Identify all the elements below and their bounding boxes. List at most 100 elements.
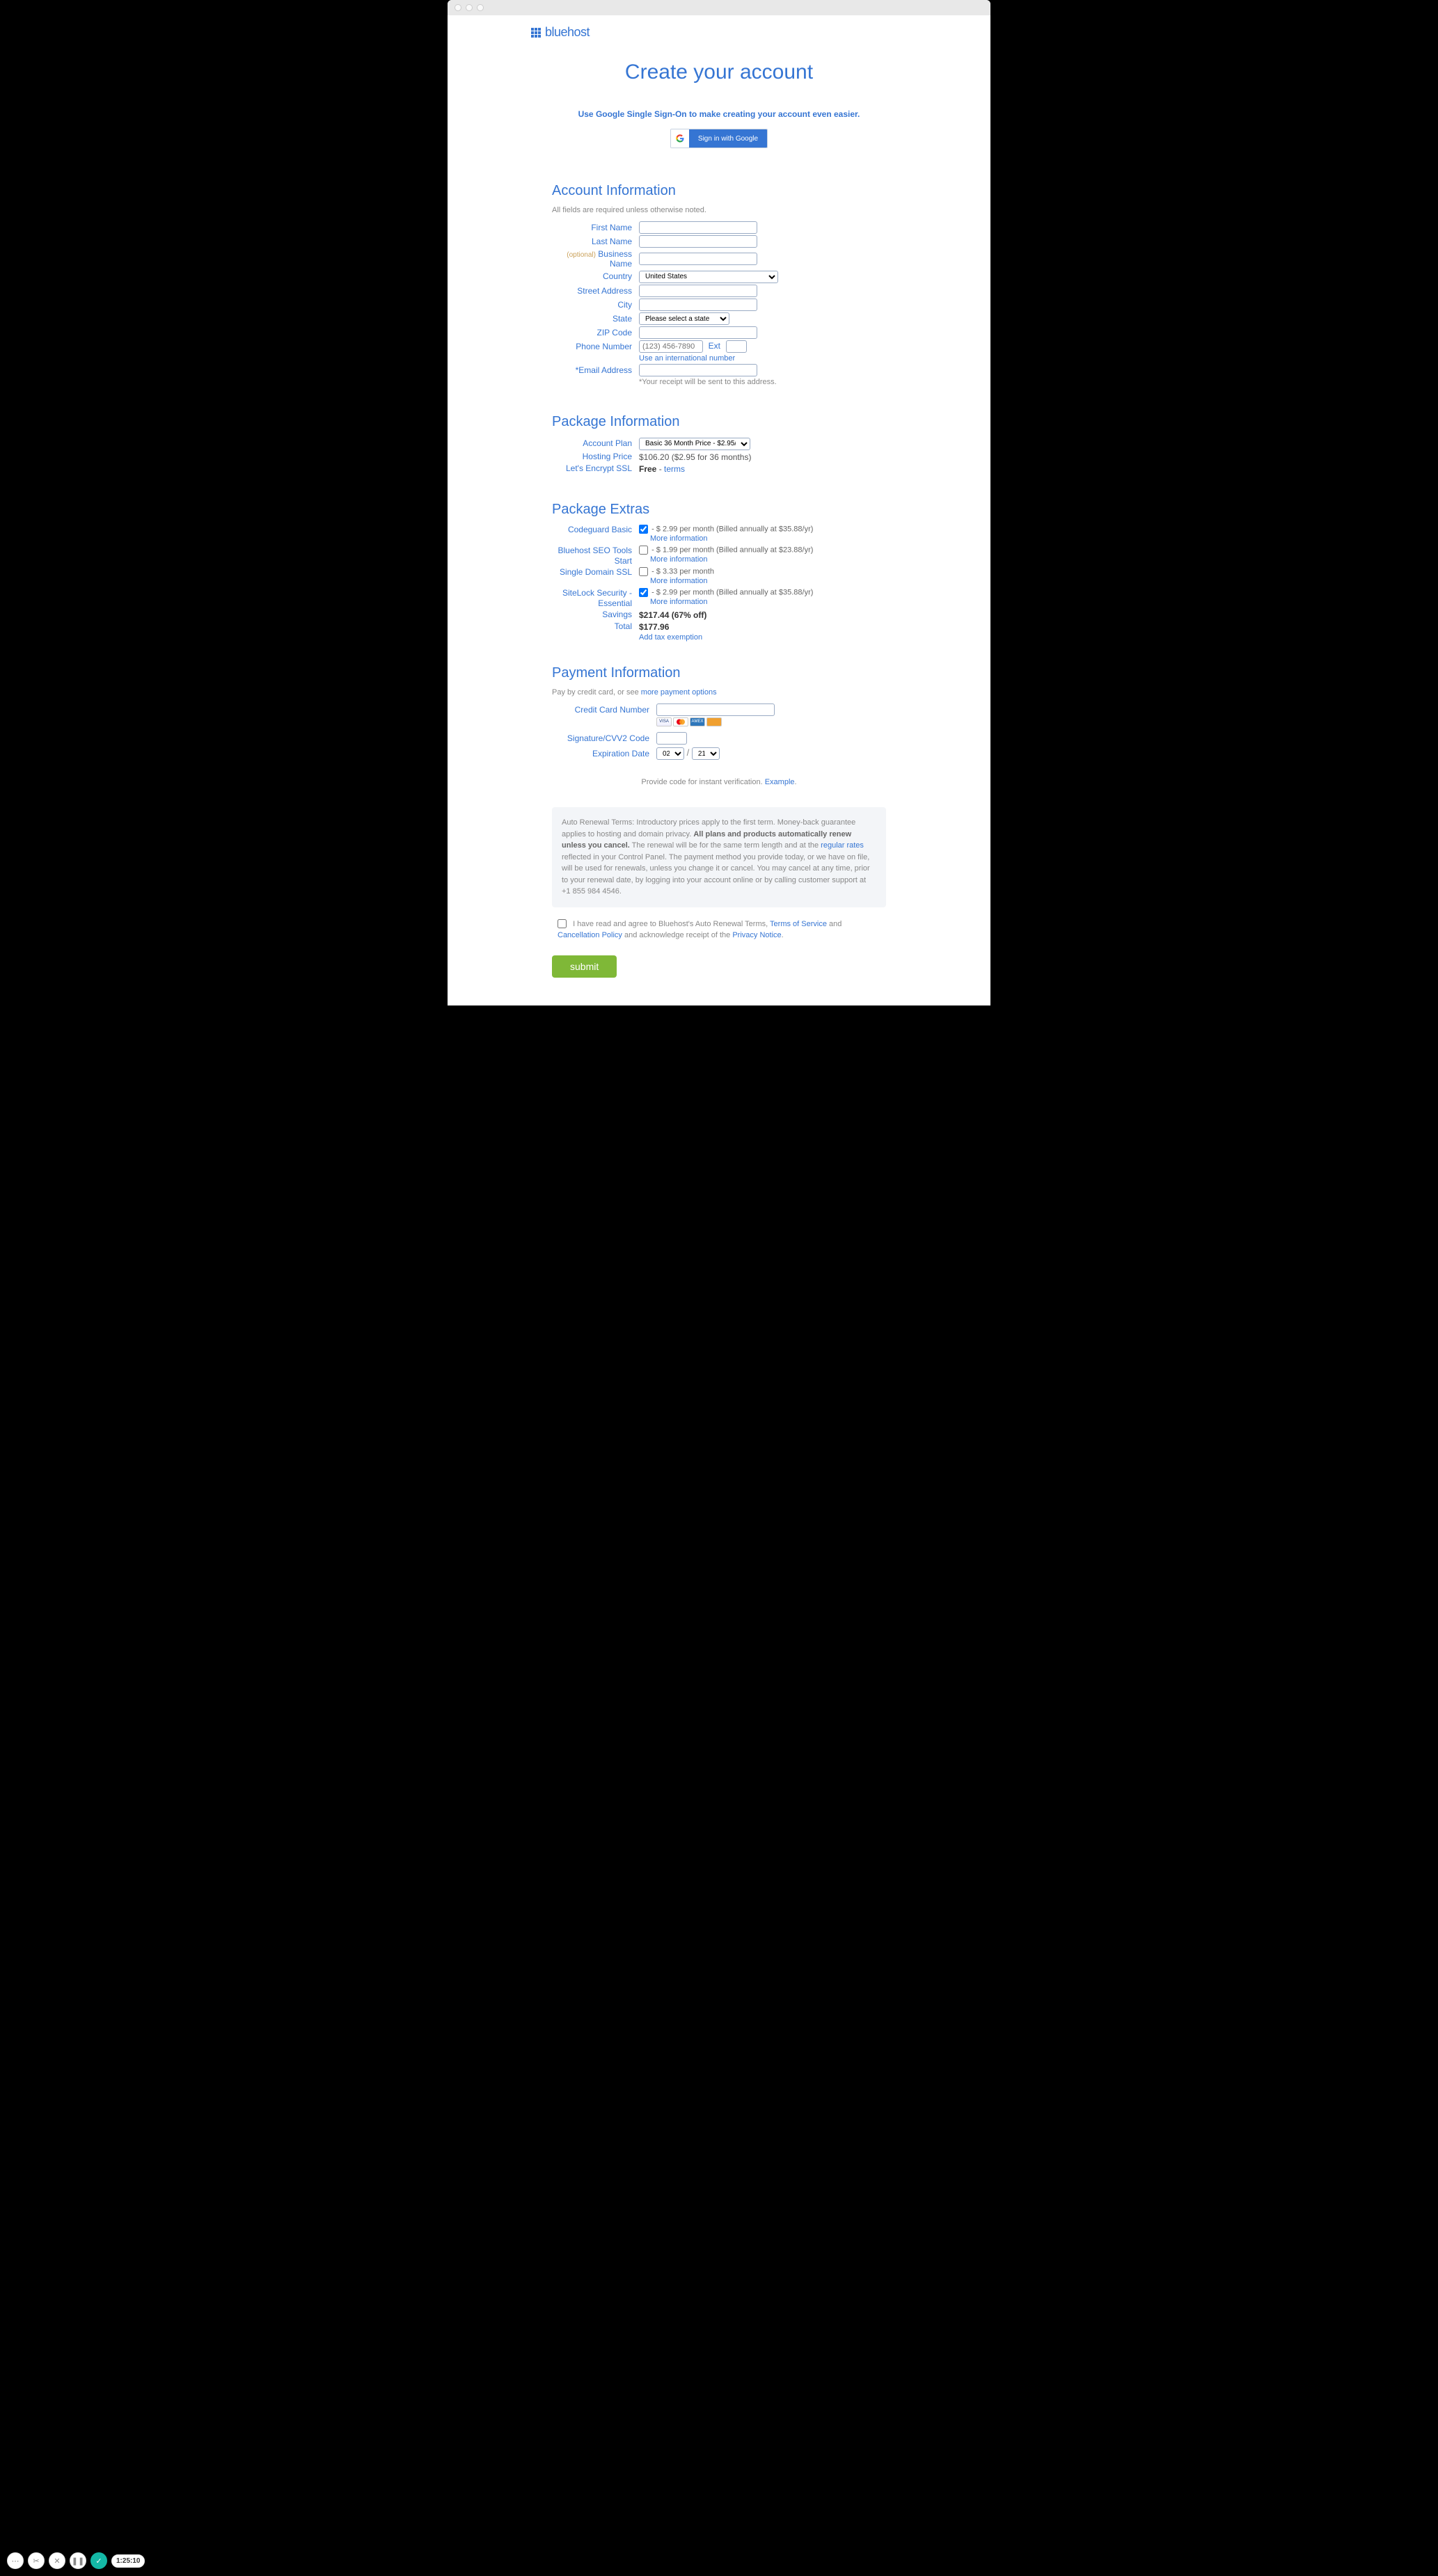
zip-input[interactable]: [639, 326, 757, 339]
hosting-price-label: Hosting Price: [552, 452, 639, 462]
submit-button[interactable]: submit: [552, 955, 617, 978]
phone-input[interactable]: [639, 340, 703, 353]
ssl-terms-link[interactable]: terms: [664, 464, 685, 474]
plan-label: Account Plan: [552, 438, 639, 448]
logo-text: bluehost: [545, 25, 590, 40]
city-input[interactable]: [639, 299, 757, 311]
amex-icon: AMEX: [690, 717, 705, 726]
phone-label: Phone Number: [552, 342, 639, 351]
cvv-label: Signature/CVV2 Code: [552, 733, 656, 743]
first-name-input[interactable]: [639, 221, 757, 234]
close-window-icon[interactable]: [455, 4, 461, 11]
codeguard-label: Codeguard Basic: [552, 525, 639, 536]
seo-more-info[interactable]: More information: [639, 555, 886, 564]
last-name-label: Last Name: [552, 237, 639, 246]
section-title-payment: Payment Information: [552, 658, 886, 681]
confirm-icon[interactable]: ✓: [90, 2552, 107, 2569]
minimize-window-icon[interactable]: [466, 4, 473, 11]
card-icons: VISA AMEX: [552, 717, 886, 726]
agree-checkbox[interactable]: [558, 919, 567, 928]
codeguard-checkbox[interactable]: [639, 525, 648, 534]
sitelock-label: SiteLock Security - Essential: [552, 588, 639, 610]
verify-example-link[interactable]: Example: [765, 778, 795, 786]
tax-exemption-link[interactable]: Add tax exemption: [639, 633, 702, 642]
email-label: *Email Address: [552, 365, 639, 375]
domain-ssl-checkbox[interactable]: [639, 567, 648, 576]
country-label: Country: [552, 271, 639, 281]
ext-input[interactable]: [726, 340, 747, 353]
maximize-window-icon[interactable]: [477, 4, 484, 11]
intl-number-link[interactable]: Use an international number: [639, 354, 735, 363]
exp-month-select[interactable]: 02: [656, 747, 684, 760]
required-note: All fields are required unless otherwise…: [552, 206, 886, 214]
zip-label: ZIP Code: [552, 328, 639, 337]
codeguard-more-info[interactable]: More information: [639, 534, 886, 543]
ssl-label: Let's Encrypt SSL: [552, 463, 639, 474]
first-name-label: First Name: [552, 223, 639, 232]
recording-toolbar: ⋯ ✂ ✕ ❚❚ ✓ 1:25:10: [7, 2552, 145, 2569]
receipt-note: *Your receipt will be sent to this addre…: [552, 378, 886, 386]
cancellation-link[interactable]: Cancellation Policy: [558, 931, 622, 939]
business-name-label: (optional) Business Name: [552, 249, 639, 269]
pause-icon[interactable]: ❚❚: [70, 2552, 86, 2569]
domain-ssl-desc: - $ 3.33 per month: [651, 567, 714, 575]
more-icon[interactable]: ⋯: [7, 2552, 24, 2569]
street-input[interactable]: [639, 285, 757, 297]
seo-desc: - $ 1.99 per month (Billed annually at $…: [651, 546, 813, 554]
sitelock-desc: - $ 2.99 per month (Billed annually at $…: [651, 588, 813, 596]
page-title: Create your account: [552, 61, 886, 84]
country-select[interactable]: United States: [639, 271, 778, 283]
state-label: State: [552, 314, 639, 324]
exp-label: Expiration Date: [552, 749, 656, 758]
business-name-input[interactable]: [639, 253, 757, 265]
cvv-input[interactable]: [656, 732, 687, 745]
payment-note: Pay by credit card, or see more payment …: [552, 688, 886, 697]
state-select[interactable]: Please select a state: [639, 312, 729, 325]
sso-prompt: Use Google Single Sign-On to make creati…: [552, 109, 886, 119]
cc-input[interactable]: [656, 703, 775, 716]
seo-label: Bluehost SEO Tools Start: [552, 546, 639, 567]
city-label: City: [552, 300, 639, 310]
savings-value: $217.44 (67% off): [639, 610, 706, 620]
agree-row: I have read and agree to Bluehost's Auto…: [552, 919, 886, 955]
seo-checkbox[interactable]: [639, 546, 648, 555]
exp-year-select[interactable]: 21: [692, 747, 720, 760]
section-title-extras: Package Extras: [552, 495, 886, 518]
total-value: $177.96: [639, 622, 669, 632]
sitelock-more-info[interactable]: More information: [639, 598, 886, 606]
discover-icon: [706, 717, 722, 726]
google-icon: [671, 129, 689, 148]
sitelock-checkbox[interactable]: [639, 588, 648, 597]
ext-label: Ext: [709, 341, 720, 351]
regular-rates-link[interactable]: regular rates: [821, 841, 864, 850]
cut-icon[interactable]: ✂: [28, 2552, 45, 2569]
mastercard-icon: [673, 717, 688, 726]
domain-ssl-label: Single Domain SSL: [552, 567, 639, 578]
savings-label: Savings: [552, 610, 639, 620]
codeguard-desc: - $ 2.99 per month (Billed annually at $…: [651, 525, 813, 533]
google-signin-button[interactable]: Sign in with Google: [670, 129, 768, 148]
google-signin-label: Sign in with Google: [689, 129, 767, 148]
visa-icon: VISA: [656, 717, 672, 726]
hosting-price-value: $106.20 ($2.95 for 36 months): [639, 452, 751, 462]
last-name-input[interactable]: [639, 235, 757, 248]
auto-renewal-notice: Auto Renewal Terms: Introductory prices …: [552, 807, 886, 907]
total-label: Total: [552, 621, 639, 632]
domain-ssl-more-info[interactable]: More information: [639, 577, 886, 585]
brand-logo: bluehost: [448, 15, 990, 40]
street-label: Street Address: [552, 286, 639, 296]
section-title-account: Account Information: [552, 176, 886, 199]
cc-label: Credit Card Number: [552, 705, 656, 715]
logo-icon: [531, 28, 541, 38]
tos-link[interactable]: Terms of Service: [770, 920, 827, 928]
privacy-link[interactable]: Privacy Notice: [732, 931, 781, 939]
timer: 1:25:10: [111, 2554, 145, 2568]
window-titlebar: [448, 0, 990, 15]
plan-select[interactable]: Basic 36 Month Price - $2.95/mo.: [639, 438, 750, 450]
ssl-value: Free - terms: [639, 463, 685, 474]
section-title-package: Package Information: [552, 407, 886, 430]
more-payment-options-link[interactable]: more payment options: [641, 688, 717, 697]
email-input[interactable]: [639, 364, 757, 376]
verify-note: Provide code for instant verification. E…: [552, 761, 886, 800]
close-icon[interactable]: ✕: [49, 2552, 65, 2569]
